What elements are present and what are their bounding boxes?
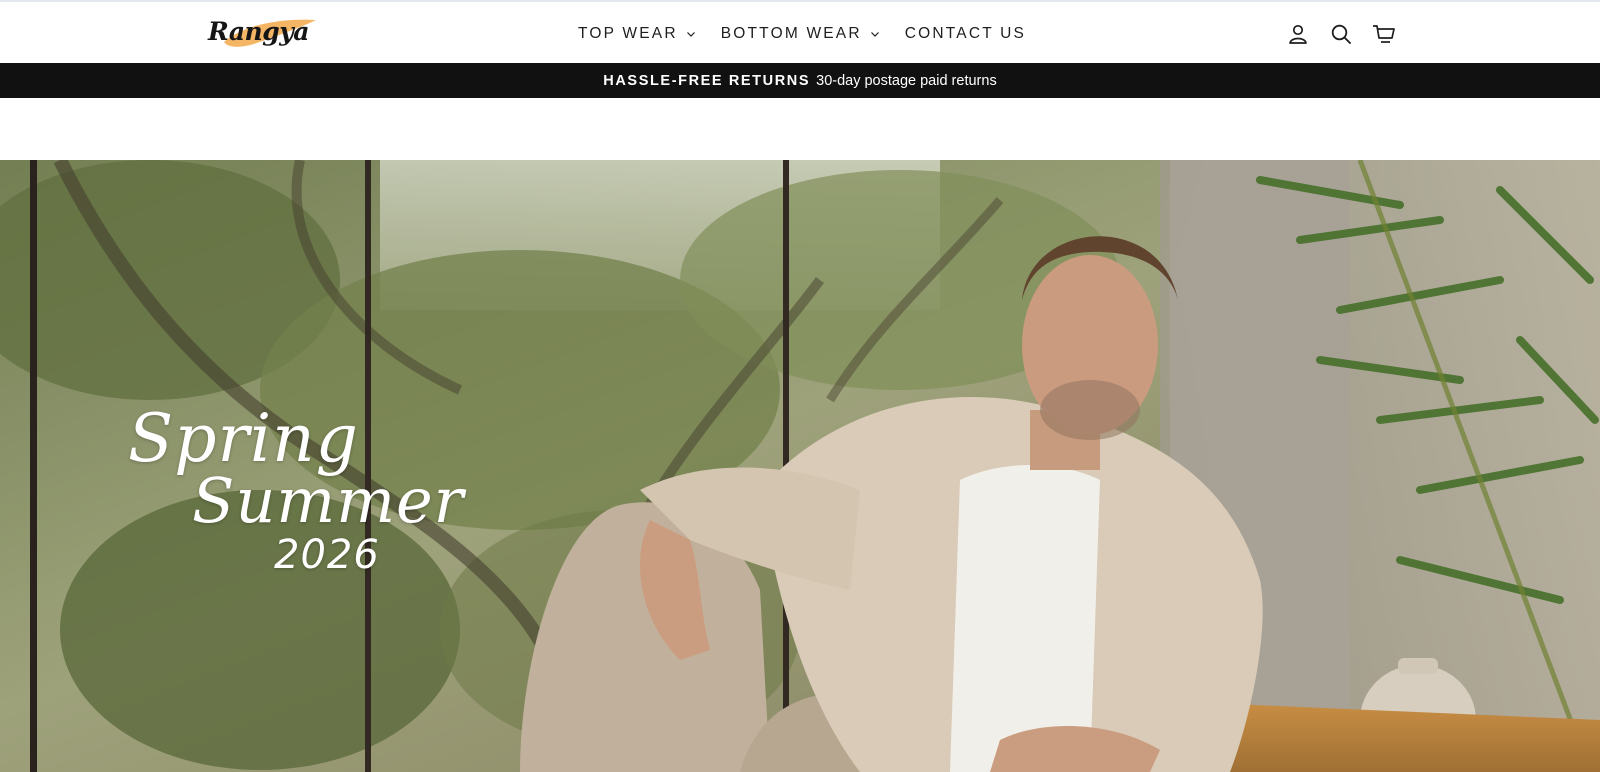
announcement-text: 30-day postage paid returns <box>816 72 997 89</box>
hero-headline: Spring Summer 2026 <box>128 400 463 600</box>
chevron-down-icon <box>870 32 879 37</box>
nav-top-wear[interactable]: TOP WEAR <box>578 25 696 43</box>
nav-bottom-wear-label: BOTTOM WEAR <box>720 25 862 42</box>
nav-top-wear-label: TOP WEAR <box>578 25 678 42</box>
search-icon <box>1331 24 1351 44</box>
hero-line-summer: Summer <box>192 464 465 537</box>
hero-line-year: 2026 <box>274 532 380 578</box>
account-button[interactable] <box>1284 20 1312 48</box>
header-icons <box>1284 20 1398 48</box>
nav-contact-us[interactable]: CONTACT US <box>905 25 1026 43</box>
chevron-down-icon <box>686 32 695 37</box>
announcement-strong: HASSLE-FREE RETURNS <box>603 72 811 89</box>
brand-logo[interactable]: Rangya <box>204 12 322 54</box>
cart-button[interactable] <box>1370 20 1398 48</box>
nav-bottom-wear[interactable]: BOTTOM WEAR <box>721 25 880 43</box>
search-button[interactable] <box>1327 20 1355 48</box>
main-nav: TOP WEAR BOTTOM WEAR CONTACT US <box>578 22 1026 46</box>
announcement-bar: HASSLE-FREE RETURNS 30-day postage paid … <box>0 63 1600 98</box>
nav-contact-us-label: CONTACT US <box>904 25 1027 42</box>
site-header: Rangya TOP WEAR BOTTOM WEAR CONTACT US <box>0 0 1600 63</box>
cart-icon <box>1373 25 1395 43</box>
hero-banner[interactable]: Spring Summer 2026 <box>0 160 1600 772</box>
account-icon <box>1289 24 1307 44</box>
logo-text: Rangya <box>208 17 309 46</box>
